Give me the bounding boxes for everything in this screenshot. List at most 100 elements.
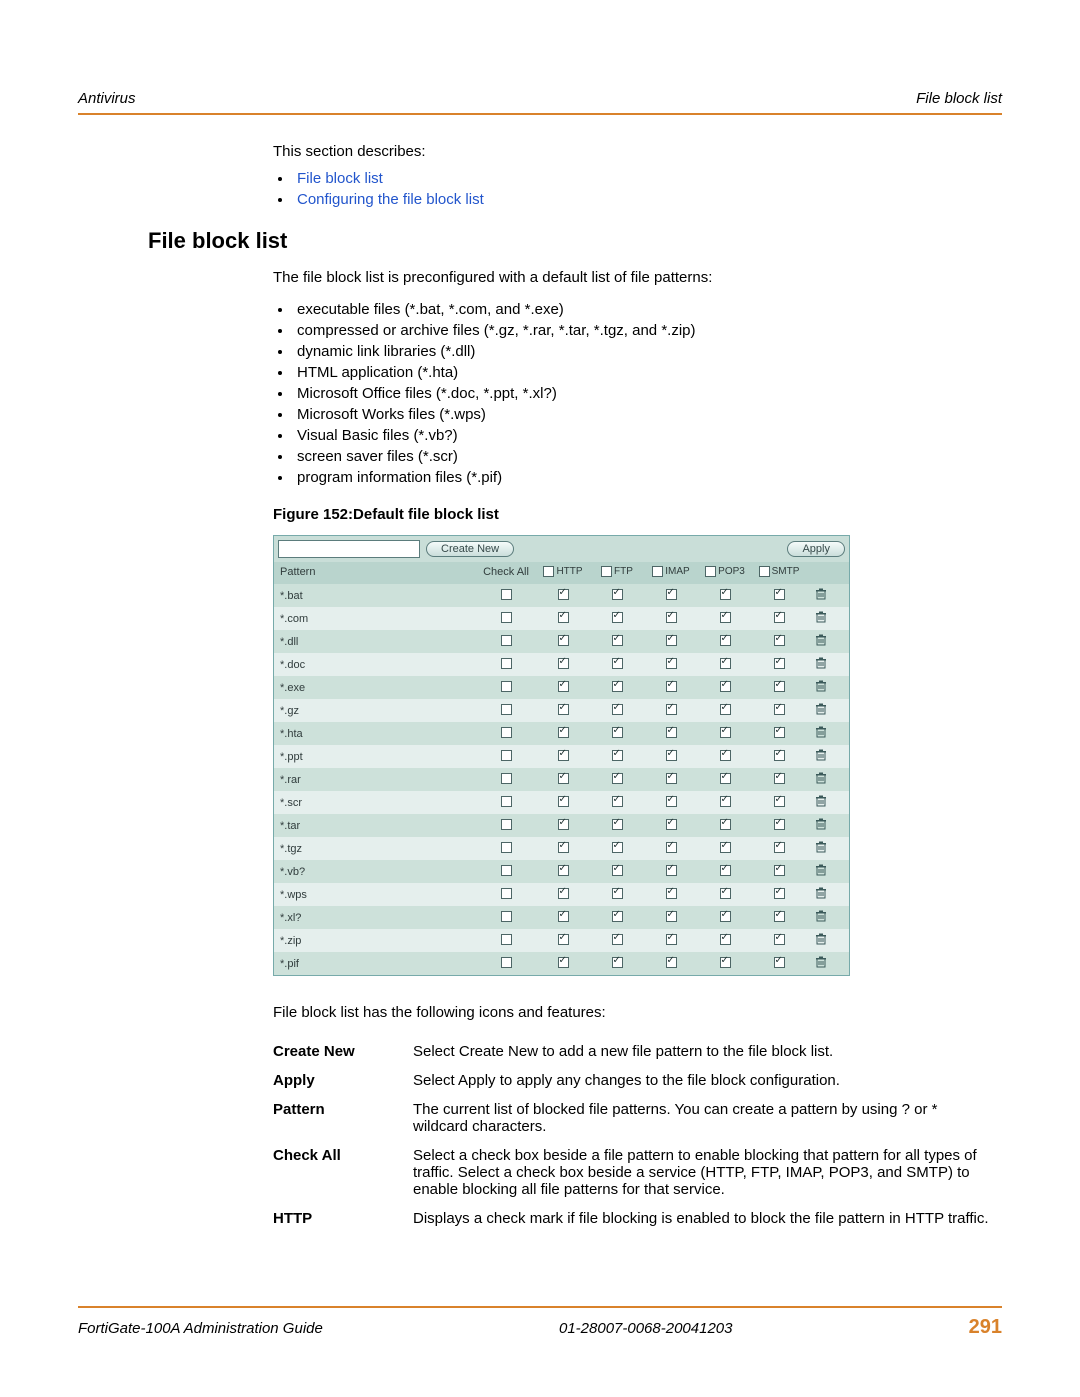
service-checkbox[interactable] xyxy=(558,589,569,600)
service-checkbox[interactable] xyxy=(720,819,731,830)
service-checkbox[interactable] xyxy=(720,796,731,807)
checkall-checkbox[interactable] xyxy=(501,681,512,692)
delete-icon[interactable] xyxy=(815,864,827,876)
service-checkbox[interactable] xyxy=(666,934,677,945)
service-checkbox[interactable] xyxy=(612,865,623,876)
service-checkbox[interactable] xyxy=(774,911,785,922)
service-checkbox[interactable] xyxy=(774,635,785,646)
link-file-block-list[interactable]: File block list xyxy=(297,170,383,187)
service-checkbox[interactable] xyxy=(558,727,569,738)
service-checkbox[interactable] xyxy=(558,681,569,692)
service-checkbox[interactable] xyxy=(774,750,785,761)
service-checkbox[interactable] xyxy=(666,750,677,761)
checkall-checkbox[interactable] xyxy=(501,704,512,715)
service-checkbox[interactable] xyxy=(666,842,677,853)
service-checkbox[interactable] xyxy=(774,589,785,600)
delete-icon[interactable] xyxy=(815,910,827,922)
service-checkbox[interactable] xyxy=(666,589,677,600)
checkall-checkbox[interactable] xyxy=(501,957,512,968)
service-checkbox[interactable] xyxy=(666,957,677,968)
service-checkbox[interactable] xyxy=(558,957,569,968)
service-checkbox[interactable] xyxy=(774,957,785,968)
service-checkbox[interactable] xyxy=(720,589,731,600)
checkall-checkbox[interactable] xyxy=(501,589,512,600)
service-checkbox[interactable] xyxy=(558,865,569,876)
checkall-checkbox[interactable] xyxy=(501,934,512,945)
checkall-checkbox[interactable] xyxy=(501,888,512,899)
service-checkbox[interactable] xyxy=(774,796,785,807)
service-header-checkbox[interactable] xyxy=(759,566,770,577)
service-checkbox[interactable] xyxy=(612,888,623,899)
delete-icon[interactable] xyxy=(815,703,827,715)
delete-icon[interactable] xyxy=(815,887,827,899)
service-checkbox[interactable] xyxy=(774,888,785,899)
service-checkbox[interactable] xyxy=(666,796,677,807)
checkall-checkbox[interactable] xyxy=(501,658,512,669)
service-checkbox[interactable] xyxy=(558,819,569,830)
service-checkbox[interactable] xyxy=(612,934,623,945)
service-checkbox[interactable] xyxy=(774,865,785,876)
service-checkbox[interactable] xyxy=(666,681,677,692)
service-checkbox[interactable] xyxy=(720,865,731,876)
service-checkbox[interactable] xyxy=(666,727,677,738)
service-checkbox[interactable] xyxy=(612,589,623,600)
service-checkbox[interactable] xyxy=(774,727,785,738)
service-checkbox[interactable] xyxy=(774,612,785,623)
service-checkbox[interactable] xyxy=(774,773,785,784)
delete-icon[interactable] xyxy=(815,795,827,807)
service-checkbox[interactable] xyxy=(558,796,569,807)
service-checkbox[interactable] xyxy=(558,612,569,623)
service-checkbox[interactable] xyxy=(612,819,623,830)
service-checkbox[interactable] xyxy=(558,635,569,646)
service-checkbox[interactable] xyxy=(720,704,731,715)
service-checkbox[interactable] xyxy=(666,704,677,715)
service-checkbox[interactable] xyxy=(774,819,785,830)
delete-icon[interactable] xyxy=(815,634,827,646)
service-checkbox[interactable] xyxy=(558,888,569,899)
service-checkbox[interactable] xyxy=(612,727,623,738)
checkall-checkbox[interactable] xyxy=(501,612,512,623)
service-checkbox[interactable] xyxy=(720,658,731,669)
service-checkbox[interactable] xyxy=(774,704,785,715)
service-checkbox[interactable] xyxy=(720,934,731,945)
service-checkbox[interactable] xyxy=(720,911,731,922)
service-header-checkbox[interactable] xyxy=(652,566,663,577)
create-new-button[interactable]: Create New xyxy=(426,541,514,557)
service-checkbox[interactable] xyxy=(720,750,731,761)
service-checkbox[interactable] xyxy=(558,658,569,669)
service-checkbox[interactable] xyxy=(774,842,785,853)
service-checkbox[interactable] xyxy=(558,934,569,945)
service-checkbox[interactable] xyxy=(774,934,785,945)
service-checkbox[interactable] xyxy=(612,750,623,761)
service-checkbox[interactable] xyxy=(612,612,623,623)
delete-icon[interactable] xyxy=(815,933,827,945)
service-checkbox[interactable] xyxy=(720,635,731,646)
service-checkbox[interactable] xyxy=(558,773,569,784)
checkall-checkbox[interactable] xyxy=(501,865,512,876)
service-checkbox[interactable] xyxy=(720,773,731,784)
service-checkbox[interactable] xyxy=(774,681,785,692)
checkall-checkbox[interactable] xyxy=(501,727,512,738)
delete-icon[interactable] xyxy=(815,726,827,738)
service-checkbox[interactable] xyxy=(612,911,623,922)
service-checkbox[interactable] xyxy=(666,773,677,784)
checkall-checkbox[interactable] xyxy=(501,796,512,807)
delete-icon[interactable] xyxy=(815,680,827,692)
service-checkbox[interactable] xyxy=(612,704,623,715)
service-checkbox[interactable] xyxy=(612,773,623,784)
service-checkbox[interactable] xyxy=(612,957,623,968)
checkall-checkbox[interactable] xyxy=(501,819,512,830)
service-checkbox[interactable] xyxy=(666,635,677,646)
service-checkbox[interactable] xyxy=(612,635,623,646)
service-checkbox[interactable] xyxy=(558,842,569,853)
delete-icon[interactable] xyxy=(815,841,827,853)
delete-icon[interactable] xyxy=(815,657,827,669)
pattern-input[interactable] xyxy=(278,540,420,558)
service-checkbox[interactable] xyxy=(666,865,677,876)
checkall-checkbox[interactable] xyxy=(501,842,512,853)
checkall-checkbox[interactable] xyxy=(501,635,512,646)
service-checkbox[interactable] xyxy=(720,612,731,623)
service-checkbox[interactable] xyxy=(666,911,677,922)
delete-icon[interactable] xyxy=(815,611,827,623)
service-checkbox[interactable] xyxy=(612,796,623,807)
